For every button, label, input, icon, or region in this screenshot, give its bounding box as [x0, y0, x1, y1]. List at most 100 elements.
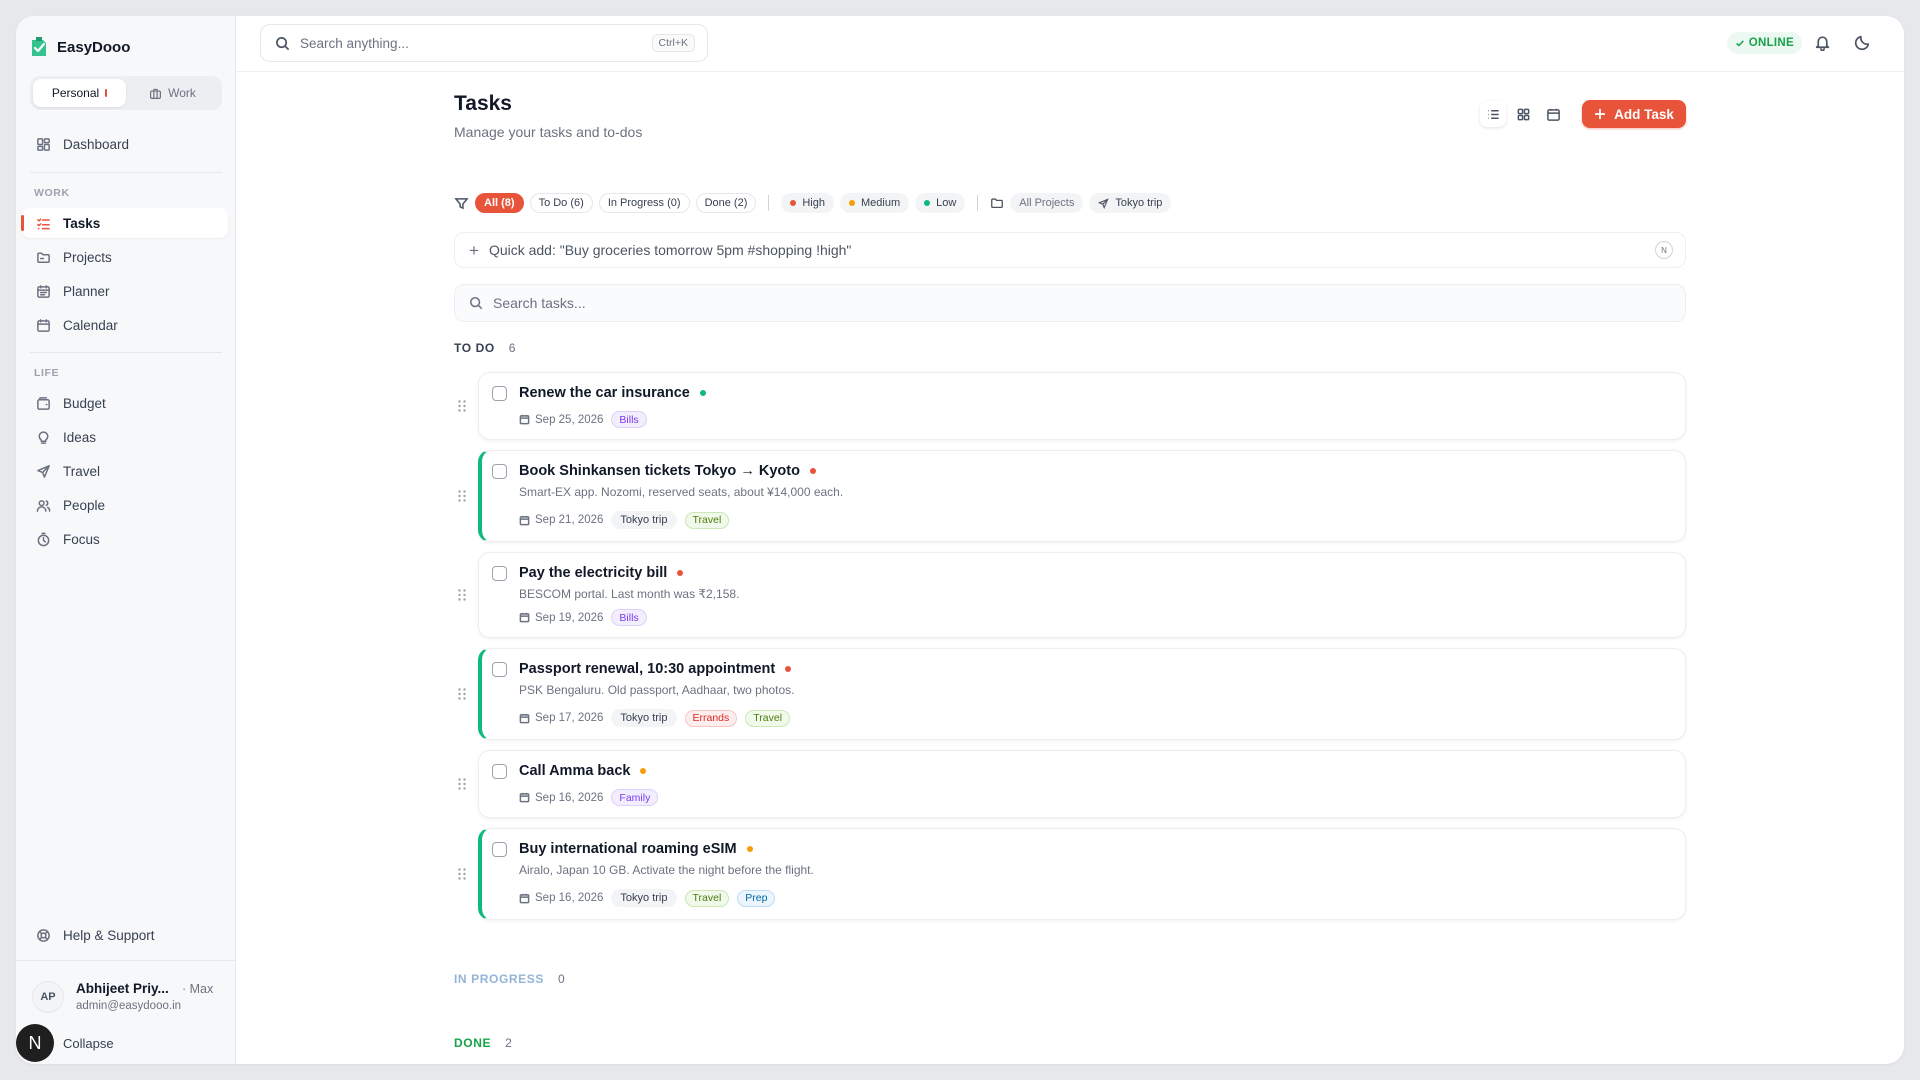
nav-planner[interactable]: Planner [22, 276, 228, 306]
timer-icon [37, 532, 50, 546]
switch-work[interactable]: Work [126, 79, 219, 107]
priority-medium-label: Medium [860, 197, 901, 209]
filter-priority-high[interactable]: High [781, 193, 834, 213]
filter-todo[interactable]: To Do (6) [529, 193, 593, 213]
n-badge-icon: N [1655, 241, 1673, 259]
nav-tasks[interactable]: Tasks [21, 208, 228, 238]
add-task-button[interactable]: Add Task [1582, 100, 1686, 128]
task-tag[interactable]: Prep [737, 889, 776, 907]
drag-handle-icon[interactable] [457, 489, 467, 503]
filter-in-progress[interactable]: In Progress (0) [598, 193, 690, 213]
task-checkbox[interactable] [492, 662, 507, 677]
plane-icon [37, 464, 50, 478]
nav-dashboard[interactable]: Dashboard [22, 129, 228, 159]
quick-add-input[interactable]: + Quick add: "Buy groceries tomorrow 5pm… [454, 232, 1686, 268]
task-meta: Sep 21, 2026 Tokyo trip Travel [519, 511, 730, 529]
filter-priority-low[interactable]: Low [915, 193, 966, 213]
switch-personal-label: Personal [51, 86, 100, 100]
task-checkbox[interactable] [492, 842, 507, 857]
group-count: 6 [508, 341, 517, 355]
brand[interactable]: EasyDooo [30, 34, 130, 60]
group-in-progress-header[interactable]: IN PROGRESS 0 [454, 972, 565, 986]
nav-ideas[interactable]: Ideas [22, 422, 228, 452]
switch-personal[interactable]: Personal [33, 79, 126, 107]
task-title: Call Amma back [519, 763, 647, 779]
task-tag[interactable]: Travel [684, 889, 730, 907]
task-due-date: Sep 21, 2026 [519, 514, 603, 526]
task-project[interactable]: Tokyo trip [611, 709, 677, 727]
global-search-input[interactable]: Search anything... Ctrl+K [260, 24, 708, 62]
drag-handle-icon[interactable] [457, 777, 467, 791]
page-subtitle: Manage your tasks and to-dos [454, 124, 643, 140]
filter-icon[interactable] [454, 196, 469, 211]
due-date-text: Sep 25, 2026 [535, 413, 604, 426]
nav-travel[interactable]: Travel [22, 456, 228, 486]
calendar-icon [37, 318, 50, 332]
filter-priority-medium[interactable]: Medium [839, 193, 910, 213]
nav-projects[interactable]: Projects [22, 242, 228, 272]
task-card[interactable]: Call Amma back Sep 16, 2026 Family [458, 750, 1686, 818]
bell-icon [1815, 36, 1830, 51]
task-tag[interactable]: Bills [611, 609, 647, 626]
nav-people[interactable]: People [22, 490, 228, 520]
task-search-placeholder: Search tasks... [493, 295, 586, 311]
nav-budget[interactable]: Budget [22, 388, 228, 418]
drag-handle-icon[interactable] [457, 687, 467, 701]
plane-icon [1098, 197, 1109, 209]
task-checkbox[interactable] [492, 386, 507, 401]
task-checkbox[interactable] [492, 566, 507, 581]
user-profile[interactable]: AP Abhijeet Priy... · Max admin@easydooo… [16, 960, 236, 1064]
section-work-label: WORK [34, 187, 70, 199]
group-done-header[interactable]: DONE 2 [454, 1036, 512, 1050]
list-view-button[interactable] [1480, 101, 1506, 127]
task-card[interactable]: Renew the car insurance Sep 25, 2026 Bil… [458, 372, 1686, 440]
task-tag[interactable]: Errands [684, 709, 738, 727]
filter-all[interactable]: All (8) [475, 193, 524, 213]
theme-toggle-button[interactable] [1854, 34, 1872, 52]
filter-done[interactable]: Done (2) [695, 193, 757, 213]
nav-planner-label: Planner [63, 283, 110, 299]
collapse-button[interactable]: N Collapse [16, 1024, 114, 1062]
nav-calendar-label: Calendar [63, 317, 118, 333]
nav-focus[interactable]: Focus [22, 524, 228, 554]
folder-icon [37, 252, 50, 263]
notifications-button[interactable] [1814, 34, 1832, 52]
nav-dashboard-label: Dashboard [63, 136, 130, 152]
task-card[interactable]: Buy international roaming eSIM Airalo, J… [458, 828, 1686, 920]
drag-handle-icon[interactable] [457, 867, 467, 881]
task-tag[interactable]: Family [611, 789, 659, 806]
board-view-button[interactable] [1510, 101, 1536, 127]
task-project[interactable]: Tokyo trip [611, 889, 677, 907]
plus-icon [1595, 109, 1606, 119]
task-title-text: Pay the electricity bill [519, 565, 668, 581]
drag-handle-icon[interactable] [457, 399, 467, 413]
calendar-view-button[interactable] [1540, 101, 1566, 127]
task-tag[interactable]: Bills [611, 411, 647, 428]
page-title: Tasks [454, 92, 512, 115]
task-title: Book Shinkansen tickets Tokyo → Kyoto [519, 463, 816, 479]
task-card[interactable]: Passport renewal, 10:30 appointment PSK … [458, 648, 1686, 740]
nav-calendar[interactable]: Calendar [22, 310, 228, 340]
task-card[interactable]: Pay the electricity bill BESCOM portal. … [458, 552, 1686, 638]
task-card[interactable]: Book Shinkansen tickets Tokyo → Kyoto Sm… [458, 450, 1686, 542]
task-tag[interactable]: Travel [745, 709, 791, 727]
avatar[interactable]: AP [32, 981, 64, 1013]
task-search-input[interactable]: Search tasks... [454, 284, 1686, 322]
task-checkbox[interactable] [492, 764, 507, 779]
filter-project-tokyo[interactable]: Tokyo trip [1089, 193, 1172, 213]
drag-handle-icon[interactable] [457, 588, 467, 602]
n-badge-icon[interactable]: N [16, 1024, 54, 1062]
filter-divider [768, 195, 770, 211]
filter-all-projects[interactable]: All Projects [1010, 193, 1084, 213]
group-todo-header[interactable]: TO DO 6 [454, 341, 516, 355]
task-project[interactable]: Tokyo trip [611, 511, 677, 529]
task-checkbox[interactable] [492, 464, 507, 479]
task-tag[interactable]: Travel [684, 511, 730, 529]
task-title: Renew the car insurance [519, 385, 706, 401]
plus-icon: + [469, 240, 479, 260]
calendar-icon [519, 515, 530, 525]
group-label: TO DO [454, 341, 495, 355]
nav-ideas-label: Ideas [63, 429, 97, 445]
priority-dot [640, 768, 647, 774]
nav-help[interactable]: Help & Support [22, 920, 228, 950]
